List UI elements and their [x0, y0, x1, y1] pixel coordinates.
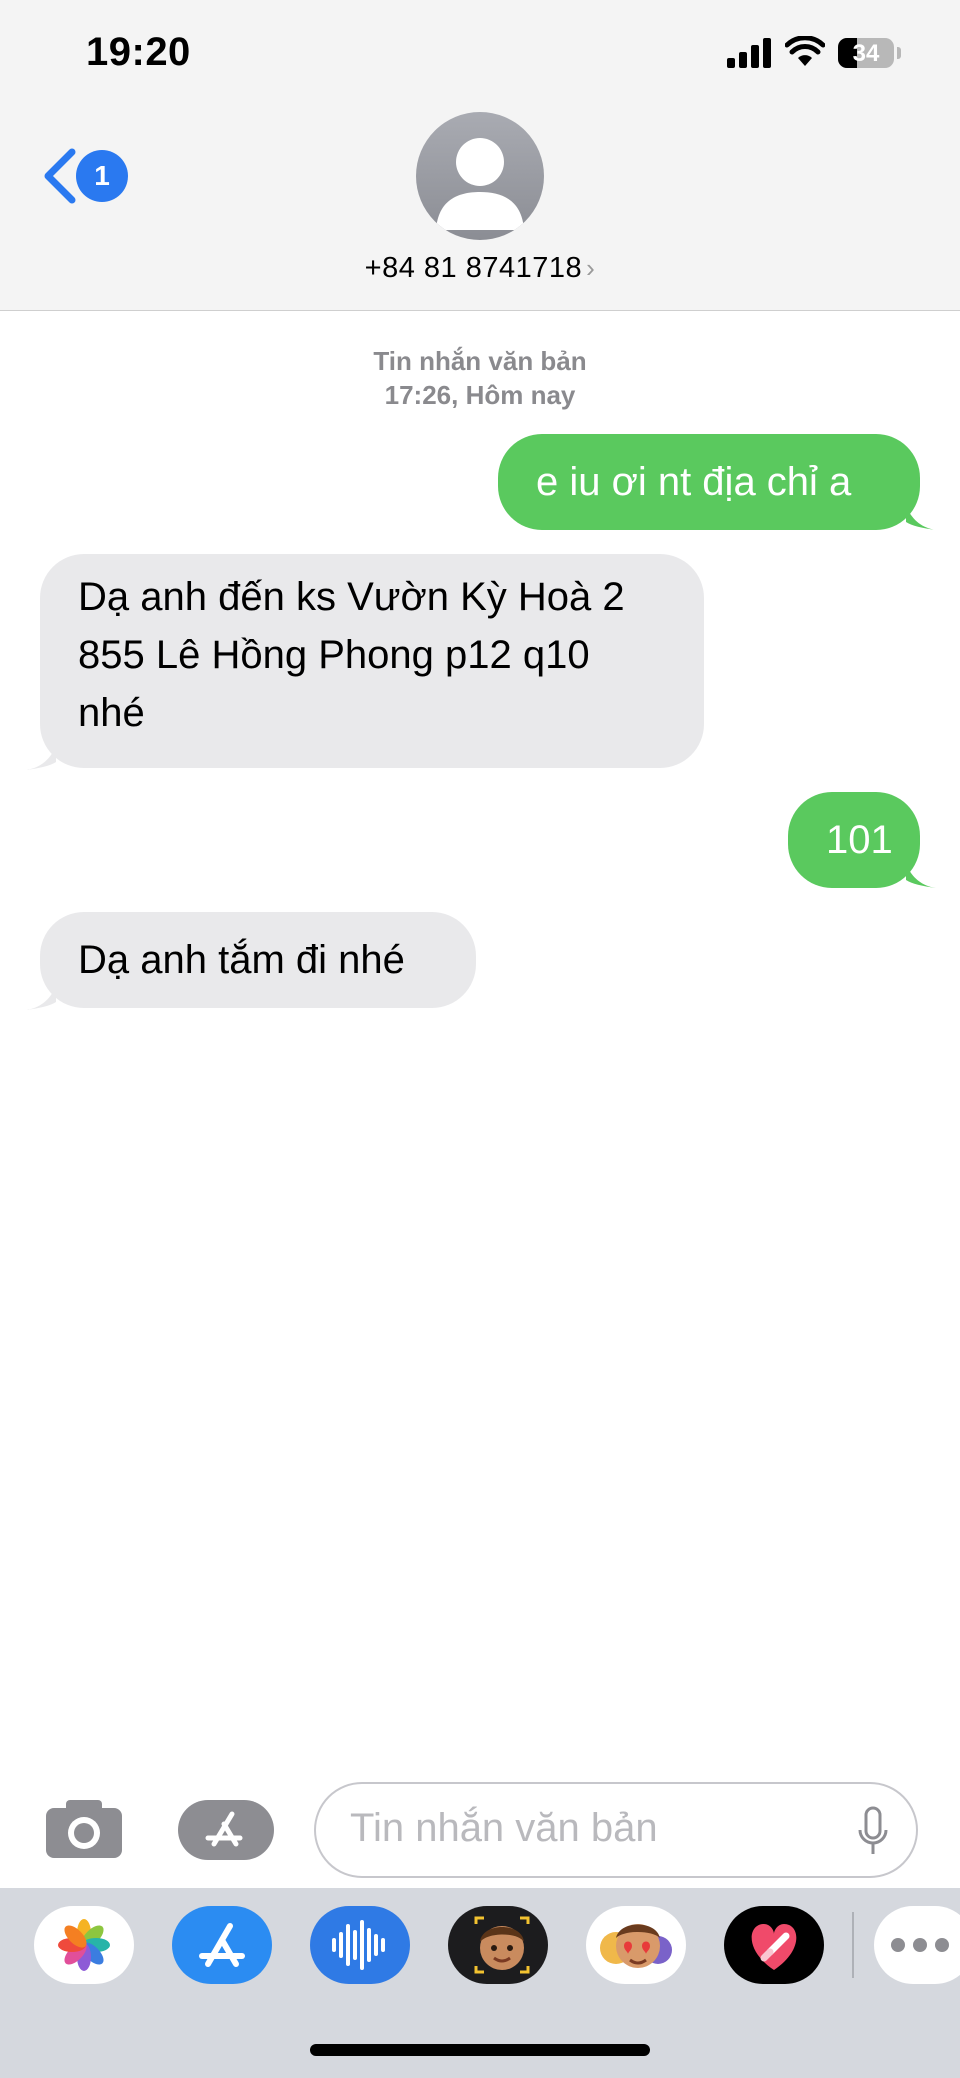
- bubble-tail: [26, 986, 56, 1010]
- contact-avatar[interactable]: [416, 112, 544, 240]
- app-store-icon: [205, 1806, 287, 1854]
- app-store-button[interactable]: [178, 1800, 287, 1860]
- message-text: 101: [826, 818, 893, 862]
- person-silhouette-icon: [436, 138, 524, 230]
- more-icon[interactable]: [874, 1906, 960, 1984]
- message-line: nhé: [78, 691, 145, 735]
- unread-count-badge[interactable]: 1: [76, 150, 128, 202]
- bubble-tail: [906, 506, 936, 530]
- message-input-placeholder: Tin nhắn văn bản: [350, 1806, 658, 1850]
- status-time: 19:20: [86, 30, 191, 74]
- wifi-icon: [785, 36, 825, 66]
- memoji-icon[interactable]: [448, 1906, 548, 1984]
- app-store-icon[interactable]: [172, 1906, 272, 1984]
- contact-name[interactable]: +84 81 8741718 ›: [0, 252, 960, 285]
- incoming-message[interactable]: Dạ anh tắm đi nhé: [40, 912, 476, 1008]
- battery-icon: 34: [838, 38, 894, 68]
- photos-icon[interactable]: [34, 1906, 134, 1984]
- camera-icon[interactable]: [44, 1798, 124, 1860]
- bubble-tail: [906, 864, 936, 888]
- service-label: Tin nhắn văn bản: [373, 346, 587, 376]
- back-chevron-icon[interactable]: [40, 146, 80, 206]
- app-drawer-divider: [852, 1912, 854, 1978]
- cellular-signal-icon: [727, 38, 773, 68]
- incoming-message[interactable]: Dạ anh đến ks Vườn Kỳ Hoà 2 855 Lê Hồng …: [40, 554, 704, 768]
- digital-touch-icon[interactable]: [724, 1906, 824, 1984]
- home-indicator[interactable]: [310, 2044, 650, 2056]
- memoji-stickers-icon[interactable]: [586, 1906, 686, 1984]
- audio-message-icon[interactable]: [310, 1906, 410, 1984]
- message-input[interactable]: Tin nhắn văn bản: [314, 1782, 918, 1878]
- bubble-tail: [26, 746, 56, 770]
- message-time: 17:26, Hôm nay: [384, 380, 576, 410]
- message-text: e iu ơi nt địa chỉ a: [536, 460, 852, 504]
- message-line: 855 Lê Hồng Phong p12 q10: [78, 633, 590, 677]
- battery-cap: [897, 47, 901, 59]
- microphone-icon[interactable]: [858, 1806, 888, 1858]
- thread-timestamp: Tin nhắn văn bản 17:26, Hôm nay: [0, 344, 960, 412]
- battery-percent: 34: [852, 40, 880, 67]
- chevron-right-icon: ›: [586, 253, 596, 283]
- contact-number: +84 81 8741718: [364, 252, 583, 284]
- conversation-header: 19:20 34 1 +84 81 8741718 ›: [0, 0, 960, 311]
- message-text: Dạ anh tắm đi nhé: [78, 938, 405, 982]
- outgoing-message[interactable]: 101: [788, 792, 920, 888]
- message-line: Dạ anh đến ks Vườn Kỳ Hoà 2: [78, 575, 625, 619]
- outgoing-message[interactable]: e iu ơi nt địa chỉ a: [498, 434, 920, 530]
